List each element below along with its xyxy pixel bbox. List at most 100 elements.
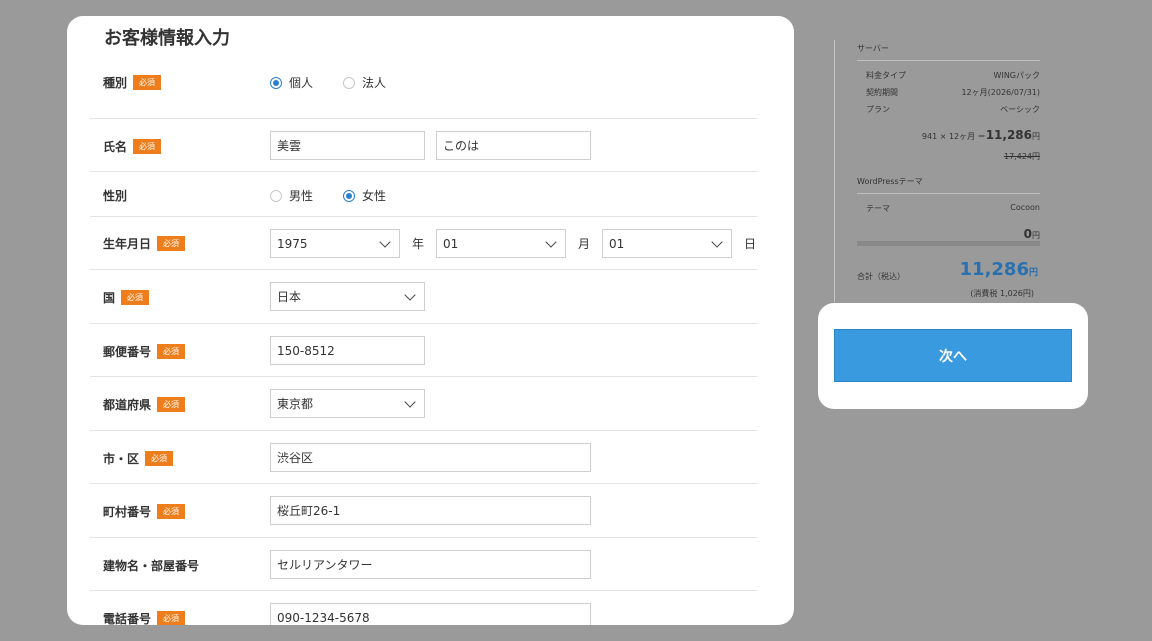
phone-input[interactable]: 090-1234-5678	[270, 603, 591, 625]
type-label: 種別 必須	[103, 74, 162, 91]
required-badge: 必須	[121, 290, 150, 305]
radio-dot-checked[interactable]	[270, 76, 282, 89]
yen-unit: 円	[1028, 268, 1038, 278]
summary-value: Cocoon	[1010, 203, 1040, 212]
radio-corporate[interactable]: 法人	[343, 74, 386, 91]
phone-field: 090-1234-5678	[270, 603, 591, 625]
phone-label: 電話番号 必須	[103, 610, 186, 625]
theme-heading: WordPressテーマ	[857, 177, 923, 186]
required-badge: 必須	[157, 344, 186, 359]
radio-dot[interactable]	[270, 189, 282, 202]
tax-note: (消費税 1,026円)	[970, 289, 1034, 298]
radio-dot-checked[interactable]	[343, 189, 356, 202]
divider	[857, 60, 1040, 61]
gender-radio-group: 男性 女性	[270, 187, 386, 204]
birth-year-value: 1975	[277, 236, 308, 251]
gender-label-text: 性別	[103, 189, 128, 203]
original-price: 17,424円	[1004, 152, 1040, 161]
total-price-value: 11,286	[959, 259, 1029, 280]
birthdate-fields: 1975 年 01 月 01 日	[270, 229, 756, 258]
prefecture-select[interactable]: 東京都	[270, 389, 425, 418]
next-button[interactable]: 次へ	[834, 329, 1072, 382]
customer-info-card: お客様情報入力 種別 必須 個人 法人 氏名 必須 美雲 このは 性別 男性 女…	[67, 16, 794, 625]
server-heading: サーバー	[857, 44, 889, 53]
birth-month-value: 01	[443, 236, 459, 251]
first-name-input[interactable]: このは	[436, 131, 591, 160]
required-badge: 必須	[145, 451, 174, 466]
type-radio-group: 個人 法人	[270, 74, 386, 91]
summary-value: WINGパック	[993, 71, 1040, 80]
row-gender: 性別 男性 女性	[90, 172, 757, 217]
summary-key: 契約期間	[866, 88, 898, 97]
price-calculation: 941 × 12ヶ月 ＝11,286円	[922, 128, 1040, 142]
country-select[interactable]: 日本	[270, 282, 425, 311]
row-country: 国 必須 日本	[90, 270, 757, 324]
radio-dot[interactable]	[343, 76, 356, 89]
radio-male-label: 男性	[289, 189, 314, 203]
gender-label: 性別	[103, 187, 127, 204]
birth-day-select[interactable]: 01	[602, 229, 733, 258]
prefecture-field: 東京都	[270, 389, 425, 418]
building-field: セルリアンタワー	[270, 550, 591, 579]
page-title: お客様情報入力	[104, 28, 230, 49]
radio-male[interactable]: 男性	[270, 187, 313, 204]
town-label-text: 町村番号	[103, 505, 152, 519]
birthdate-label-text: 生年月日	[103, 237, 152, 251]
town-label: 町村番号 必須	[103, 503, 186, 520]
town-input[interactable]: 桜丘町26-1	[270, 496, 591, 525]
required-badge: 必須	[133, 139, 162, 154]
birth-day-value: 01	[609, 236, 625, 251]
summary-row-contract: 契約期間 12ヶ月(2026/07/31)	[866, 87, 1040, 98]
row-birthdate: 生年月日 必須 1975 年 01 月 01 日	[90, 217, 757, 270]
theme-price-value: 0	[1023, 227, 1032, 241]
row-phone: 電話番号 必須 090-1234-5678	[90, 591, 757, 625]
year-unit: 年	[412, 237, 425, 251]
country-field: 日本	[270, 282, 425, 311]
order-summary: サーバー 料金タイプ WINGパック 契約期間 12ヶ月(2026/07/31) プ…	[834, 40, 1044, 302]
radio-female[interactable]: 女性	[343, 187, 386, 204]
postal-input[interactable]: 150-8512	[270, 336, 425, 365]
chevron-down-icon	[545, 235, 557, 248]
radio-individual-label: 個人	[289, 76, 314, 90]
postal-label-text: 郵便番号	[103, 345, 152, 359]
required-badge: 必須	[157, 397, 186, 412]
building-label: 建物名・部屋番号	[103, 557, 199, 574]
radio-individual[interactable]: 個人	[270, 74, 313, 91]
summary-key: テーマ	[866, 204, 890, 213]
birth-month-select[interactable]: 01	[436, 229, 567, 258]
divider-bar	[857, 241, 1040, 246]
total-price: 11,286円	[960, 259, 1038, 280]
summary-row-rate-type: 料金タイプ WINGパック	[866, 70, 1040, 81]
birthdate-label: 生年月日 必須	[103, 235, 186, 252]
chevron-down-icon	[711, 235, 723, 248]
required-badge: 必須	[157, 236, 186, 251]
chevron-down-icon	[379, 235, 391, 248]
last-name-input[interactable]: 美雲	[270, 131, 425, 160]
prefecture-label-text: 都道府県	[103, 398, 152, 412]
country-label: 国 必須	[103, 289, 150, 306]
radio-female-label: 女性	[362, 189, 387, 203]
summary-value: ベーシック	[1000, 105, 1040, 114]
row-town: 町村番号 必須 桜丘町26-1	[90, 484, 757, 538]
total-label: 合計（税込）	[857, 272, 905, 281]
customer-form: 種別 必須 個人 法人 氏名 必須 美雲 このは 性別 男性 女性 生年月日 必…	[90, 66, 757, 625]
name-fields: 美雲 このは	[270, 131, 591, 160]
building-input[interactable]: セルリアンタワー	[270, 550, 591, 579]
city-label: 市・区 必須	[103, 450, 174, 467]
row-postal: 郵便番号 必須 150-8512	[90, 324, 757, 377]
summary-key: 料金タイプ	[866, 71, 906, 80]
theme-price: 0円	[1024, 227, 1040, 241]
birth-year-select[interactable]: 1975	[270, 229, 400, 258]
calc-total: 11,286	[985, 128, 1032, 142]
calc-formula: 941 × 12ヶ月 ＝	[921, 132, 986, 141]
prefecture-value: 東京都	[277, 397, 314, 411]
city-field: 渋谷区	[270, 443, 591, 472]
row-city: 市・区 必須 渋谷区	[90, 431, 757, 484]
country-value: 日本	[277, 290, 302, 304]
yen-unit: 円	[1032, 132, 1040, 141]
required-badge: 必須	[157, 611, 186, 625]
row-name: 氏名 必須 美雲 このは	[90, 119, 757, 172]
summary-row-theme: テーマ Cocoon	[866, 203, 1040, 214]
city-input[interactable]: 渋谷区	[270, 443, 591, 472]
yen-unit: 円	[1032, 231, 1040, 240]
